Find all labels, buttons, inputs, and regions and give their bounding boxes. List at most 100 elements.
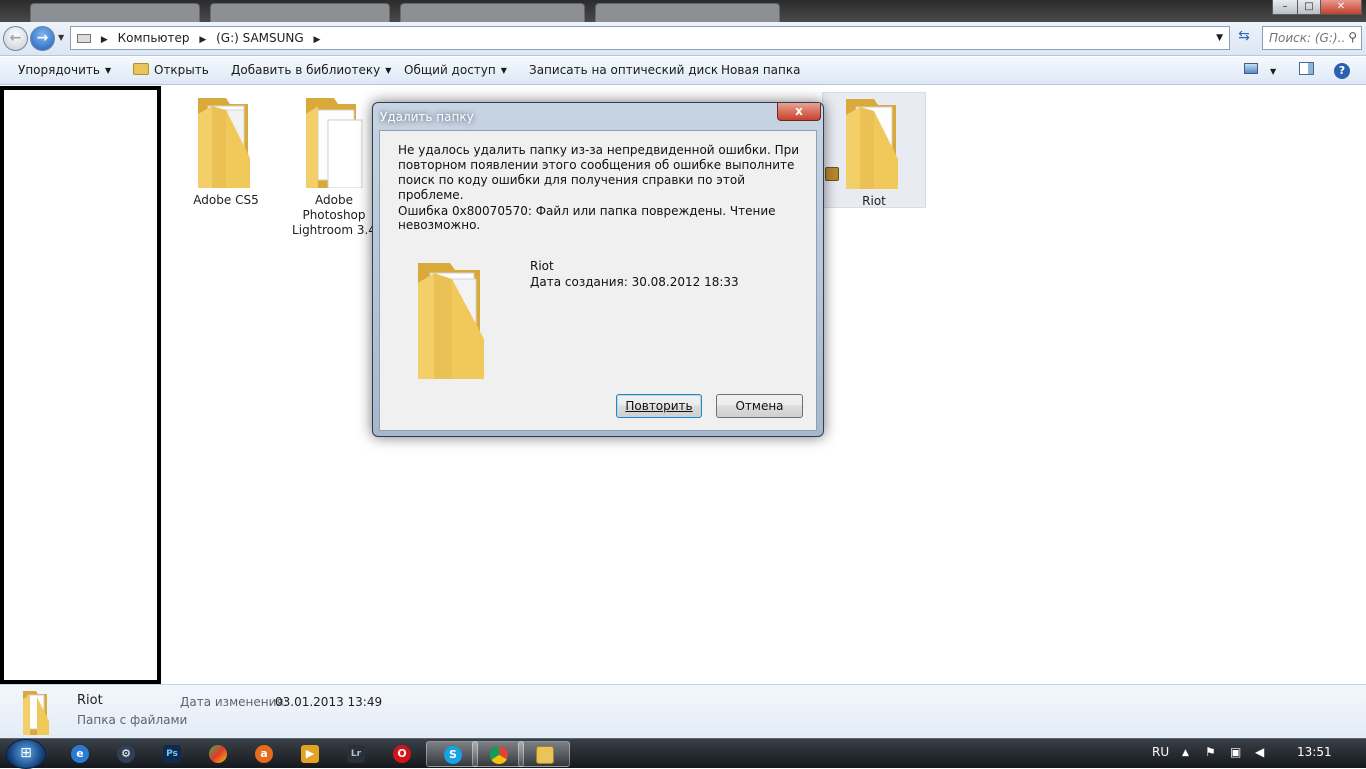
title-bar: – □ ✕ xyxy=(0,0,1366,22)
preview-pane-icon[interactable] xyxy=(1299,62,1314,79)
organize-button[interactable]: Упорядочить ▼ xyxy=(18,63,111,77)
dialog-title: Удалить папку xyxy=(380,110,474,124)
background-tab xyxy=(30,3,200,22)
address-bar[interactable]: ▶ Компьютер ▶ (G:) SAMSUNG ▶ ▼ xyxy=(70,26,1230,50)
dialog-item-name: Riot xyxy=(530,259,554,273)
media-player-icon: ▶ xyxy=(301,745,319,763)
language-indicator[interactable]: RU xyxy=(1152,745,1169,759)
lightroom-icon: Lr xyxy=(347,745,365,763)
clock[interactable]: 13:51 xyxy=(1297,745,1332,759)
view-dropdown-icon[interactable]: ▼ xyxy=(1270,67,1276,76)
taskbar-avast[interactable]: a xyxy=(238,741,290,767)
forward-button[interactable]: → xyxy=(30,26,55,51)
minimize-button[interactable]: – xyxy=(1272,0,1298,15)
windows-logo-icon: ⊞ xyxy=(20,745,32,761)
close-button[interactable]: ✕ xyxy=(1320,0,1362,15)
breadcrumb-drive[interactable]: (G:) SAMSUNG xyxy=(216,31,304,45)
photoshop-icon: Ps xyxy=(163,745,181,763)
history-dropdown-icon[interactable]: ▼ xyxy=(58,33,64,42)
network-icon[interactable]: ▣ xyxy=(1230,745,1241,759)
folder-item[interactable]: Adobe Photoshop Lightroom 3.4 xyxy=(282,92,386,238)
dialog-close-button[interactable]: x xyxy=(777,103,821,121)
avast-icon: a xyxy=(255,745,273,763)
new-folder-button[interactable]: Новая папка xyxy=(721,63,800,77)
organize-label: Упорядочить xyxy=(18,63,100,77)
command-bar: Упорядочить ▼ Открыть Добавить в библиоте… xyxy=(0,57,1366,85)
add-to-library-button[interactable]: Добавить в библиотеку ▼ xyxy=(231,63,391,77)
retry-label: Повторить xyxy=(625,399,693,413)
back-arrow-icon: ← xyxy=(9,30,22,46)
details-pane: Riot Папка с файлами Дата изменения: 03.… xyxy=(0,684,1366,738)
opera-icon: O xyxy=(393,745,411,763)
folder-icon xyxy=(306,98,363,189)
open-label: Открыть xyxy=(154,63,209,77)
navigation-pane[interactable] xyxy=(0,86,161,684)
folder-label: Adobe CS5 xyxy=(193,193,259,207)
volume-icon[interactable]: ◀ xyxy=(1255,745,1264,759)
background-tab xyxy=(400,3,585,22)
dialog-item-date: Дата создания: 30.08.2012 18:33 xyxy=(530,275,739,289)
search-icon[interactable]: ⚲ xyxy=(1348,30,1357,44)
refresh-icon[interactable]: ⇆ xyxy=(1234,28,1254,48)
lock-icon xyxy=(825,167,839,181)
chevron-down-icon: ▼ xyxy=(500,66,507,75)
taskbar-chrome[interactable] xyxy=(472,741,524,767)
folder-label: Riot xyxy=(862,194,886,208)
search-box[interactable]: ⚲ xyxy=(1262,26,1362,50)
steam-icon: ⚙ xyxy=(117,745,135,763)
search-input[interactable] xyxy=(1269,28,1345,48)
show-hidden-icons-icon[interactable]: ▲ xyxy=(1182,748,1189,758)
explorer-window: – □ ✕ ← → ▼ ▶ Компьютер ▶ (G:) SAMSUNG ▶… xyxy=(0,0,1366,738)
chrome-icon xyxy=(490,746,508,764)
background-tab xyxy=(210,3,390,22)
retry-button[interactable]: Повторить xyxy=(616,394,702,418)
chevron-right-icon[interactable]: ▶ xyxy=(314,35,321,45)
start-button[interactable]: ⊞ xyxy=(6,739,46,769)
error-message: Не удалось удалить папку из-за непредвид… xyxy=(398,143,800,202)
taskbar-media-player[interactable]: ▶ xyxy=(284,741,336,767)
modified-value: 03.01.2013 13:49 xyxy=(275,695,383,709)
address-row: ← → ▼ ▶ Компьютер ▶ (G:) SAMSUNG ▶ ▼ ⇆ ⚲ xyxy=(0,22,1366,56)
breadcrumb-computer[interactable]: Компьютер xyxy=(118,31,190,45)
burn-button[interactable]: Записать на оптический диск xyxy=(529,63,718,77)
address-dropdown-icon[interactable]: ▼ xyxy=(1216,33,1223,43)
taskbar-internet-explorer[interactable]: e xyxy=(54,741,106,767)
back-button[interactable]: ← xyxy=(3,26,28,51)
taskbar-photoshop[interactable]: Ps xyxy=(146,741,198,767)
open-button[interactable]: Открыть xyxy=(133,63,209,77)
share-label: Общий доступ xyxy=(404,63,496,77)
taskbar-opera[interactable]: O xyxy=(376,741,428,767)
error-code: Ошибка 0x80070570: Файл или папка повреж… xyxy=(398,204,776,232)
chevron-down-icon: ▼ xyxy=(104,66,112,75)
internet-explorer-icon: e xyxy=(71,745,89,763)
taskbar: ⊞ e ⚙ Ps a ▶ Lr O S RU ▲ ⚑ ▣ ◀ 13:51 xyxy=(0,738,1366,769)
view-options-icon[interactable] xyxy=(1244,62,1258,78)
folder-icon xyxy=(23,691,49,735)
forward-arrow-icon: → xyxy=(36,30,49,46)
new-folder-label: Новая папка xyxy=(721,63,801,77)
folder-open-icon xyxy=(133,63,149,75)
share-button[interactable]: Общий доступ ▼ xyxy=(404,63,507,77)
help-icon[interactable]: ? xyxy=(1334,62,1350,79)
chevron-right-icon[interactable]: ▶ xyxy=(199,35,206,45)
cancel-button[interactable]: Отмена xyxy=(716,394,803,418)
explorer-folder-icon xyxy=(536,746,554,764)
dialog-body: Не удалось удалить папку из-за непредвид… xyxy=(379,130,817,431)
taskbar-lightroom[interactable]: Lr xyxy=(330,741,382,767)
taskbar-google-earth[interactable] xyxy=(192,741,244,767)
chevron-right-icon[interactable]: ▶ xyxy=(101,35,108,45)
folder-label: Adobe Photoshop Lightroom 3.4 xyxy=(292,193,376,237)
taskbar-explorer[interactable] xyxy=(518,741,570,767)
drive-icon xyxy=(77,34,91,43)
add-to-library-label: Добавить в библиотеку xyxy=(231,63,381,77)
folder-item[interactable]: Adobe CS5 xyxy=(174,92,278,208)
folder-item-selected[interactable]: Riot xyxy=(822,92,926,208)
taskbar-skype[interactable]: S xyxy=(426,741,478,767)
action-center-icon[interactable]: ⚑ xyxy=(1205,745,1216,759)
delete-folder-dialog: Удалить папку x Не удалось удалить папку… xyxy=(372,102,824,437)
taskbar-steam[interactable]: ⚙ xyxy=(100,741,152,767)
folder-icon xyxy=(846,99,898,189)
selected-item-name: Riot xyxy=(77,693,103,708)
cancel-label: Отмена xyxy=(735,399,784,413)
maximize-button[interactable]: □ xyxy=(1297,0,1321,15)
